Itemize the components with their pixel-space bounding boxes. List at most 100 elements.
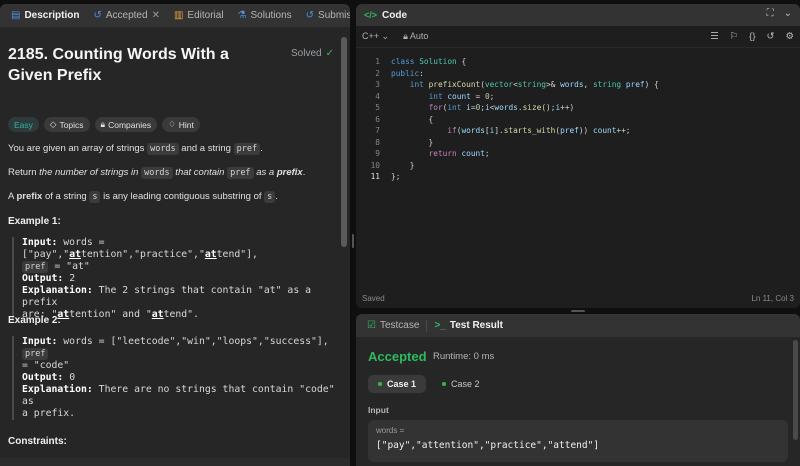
chevron-down-icon: ⌄ [381, 31, 390, 41]
text: tention" and " [69, 309, 152, 320]
line-number: 5 [375, 103, 380, 112]
toolbar-actions: ☰ ⚐ {} ↺ ⚙ [710, 31, 794, 42]
code-text: { [391, 114, 434, 124]
code-text: for(int i=0;i<words.size();i++) [428, 103, 575, 112]
label: Output: [22, 273, 64, 284]
variable-value: ["pay","attention","practice","attend"] [376, 440, 600, 451]
tab-label: Accepted [105, 10, 148, 21]
description-paragraph-2: Return the number of strings in words th… [8, 166, 305, 180]
save-status: Saved [362, 293, 385, 303]
format-icon[interactable]: ☰ [710, 31, 719, 42]
text: that contain [172, 167, 228, 178]
tab-solutions[interactable]: ⚗ Solutions [231, 4, 299, 27]
minimize-icon[interactable]: ⌄ [784, 8, 792, 19]
maximize-icon[interactable]: ⛶ [767, 8, 774, 19]
solved-label: Solved [291, 48, 322, 59]
companies-chip[interactable]: 🔒︎ Companies [94, 117, 158, 132]
topics-chip[interactable]: ◇ Topics [43, 117, 90, 132]
code-text: int count = 0; [428, 91, 495, 101]
lightbulb-icon: ♢ [168, 119, 176, 129]
mode-label: Auto [409, 31, 429, 41]
text: 2 [63, 273, 76, 284]
tab-label: Test Result [449, 320, 504, 331]
text: You are given an array of strings [8, 143, 148, 154]
code-header: </> Code ⛶ ⌄ [356, 4, 800, 26]
reset-icon[interactable]: ↺ [767, 31, 775, 42]
settings-icon[interactable]: ⚙ [785, 31, 794, 42]
chip-label: Topics [59, 119, 84, 130]
scrollbar-thumb[interactable] [341, 37, 347, 247]
description-content: 2185. Counting Words With a Given Prefix… [0, 27, 338, 466]
inline-code: pref [22, 261, 49, 273]
code-text: class Solution { [391, 57, 467, 66]
hint-chip[interactable]: ♢ Hint [162, 117, 200, 132]
checkbox-icon: ☑ [367, 320, 376, 331]
book-icon: ▥ [173, 10, 184, 21]
tab-description[interactable]: ▤ Description [4, 4, 86, 27]
tab-label: Editorial [187, 10, 224, 21]
braces-icon[interactable]: {} [749, 31, 755, 42]
action-bar [0, 458, 350, 466]
inline-code: words [141, 167, 173, 179]
chip-label: Hint [178, 119, 194, 130]
document-icon: ▤ [11, 10, 21, 21]
text: Return [8, 167, 40, 178]
text: a prefix. [22, 408, 76, 419]
line-number: 9 [375, 149, 380, 158]
example-1-heading: Example 1: [8, 216, 61, 227]
close-icon[interactable]: ✕ [152, 10, 160, 21]
history-icon: ↺ [93, 10, 102, 21]
tab-label: Description [24, 10, 80, 21]
bookmark-icon[interactable]: ⚐ [730, 31, 739, 42]
tab-accepted[interactable]: ↺ Accepted ✕ [86, 4, 166, 27]
tab-label: Testcase [379, 320, 420, 331]
text: prefix [276, 167, 303, 178]
lock-icon: 🔒︎ [403, 31, 408, 41]
tab-submissions[interactable]: ↺ Submissions [299, 4, 350, 27]
pass-dot-icon [442, 382, 447, 386]
code-title-label: Code [382, 9, 408, 21]
difficulty-badge: Easy [8, 117, 39, 132]
result-status: Accepted [368, 349, 427, 364]
description-panel: ▤ Description ↺ Accepted ✕ ▥ Editorial ⚗… [0, 4, 350, 466]
text: words = ["leetcode","win","loops","succe… [57, 336, 329, 347]
label: Explanation: [22, 285, 93, 296]
resize-grip[interactable] [571, 310, 585, 312]
text: and a string [178, 143, 234, 154]
code-text: int prefixCount(vector<string>& words, s… [409, 80, 659, 89]
flask-icon: ⚗ [237, 10, 247, 21]
language-label: C++ [362, 31, 380, 41]
code-brackets-icon: </> [364, 10, 378, 20]
text: tend". [163, 309, 199, 320]
result-panel: ☑ Testcase >_ Test Result Accepted Runti… [356, 314, 800, 466]
tab-testcase[interactable]: ☑ Testcase [360, 314, 426, 337]
tab-editorial[interactable]: ▥ Editorial [167, 4, 231, 27]
code-text: }; [391, 172, 401, 181]
tab-test-result[interactable]: >_ Test Result [427, 314, 510, 337]
line-number: 2 [375, 68, 380, 78]
solved-badge: Solved ✓ [291, 48, 334, 59]
text: . [275, 191, 278, 202]
case-2-tab[interactable]: Case 2 [432, 375, 490, 393]
case-label: Case 2 [451, 379, 480, 389]
problem-title[interactable]: 2185. Counting Words With a Given Prefix [8, 44, 263, 86]
constraints-heading: Constraints: [8, 436, 67, 447]
pass-dot-icon [378, 382, 382, 386]
description-scrollbar[interactable] [338, 27, 350, 466]
code-title: </> Code [364, 10, 407, 21]
case-1-tab[interactable]: Case 1 [368, 375, 427, 393]
language-select[interactable]: C++ ⌄ [362, 31, 389, 42]
code-text: if(words[i].starts_with(pref)) count++; [447, 126, 631, 135]
label: Input: [22, 237, 58, 248]
line-number: 4 [375, 91, 380, 101]
line-number: 1 [375, 57, 380, 66]
inline-code: words [147, 143, 179, 155]
result-scrollbar[interactable] [793, 340, 798, 440]
resize-grip[interactable] [352, 234, 354, 248]
code-panel: </> Code ⛶ ⌄ C++ ⌄ 🔒︎ Auto ☰ ⚐ {} ↺ ⚙ 1 c… [356, 4, 800, 308]
code-editor[interactable]: 1 class Solution { 2 public: 3 int prefixC… [356, 52, 800, 288]
inline-code: pref [227, 167, 254, 179]
text: = "code" [22, 360, 70, 371]
mode-indicator[interactable]: 🔒︎ Auto [403, 31, 428, 42]
text: . [260, 143, 263, 154]
